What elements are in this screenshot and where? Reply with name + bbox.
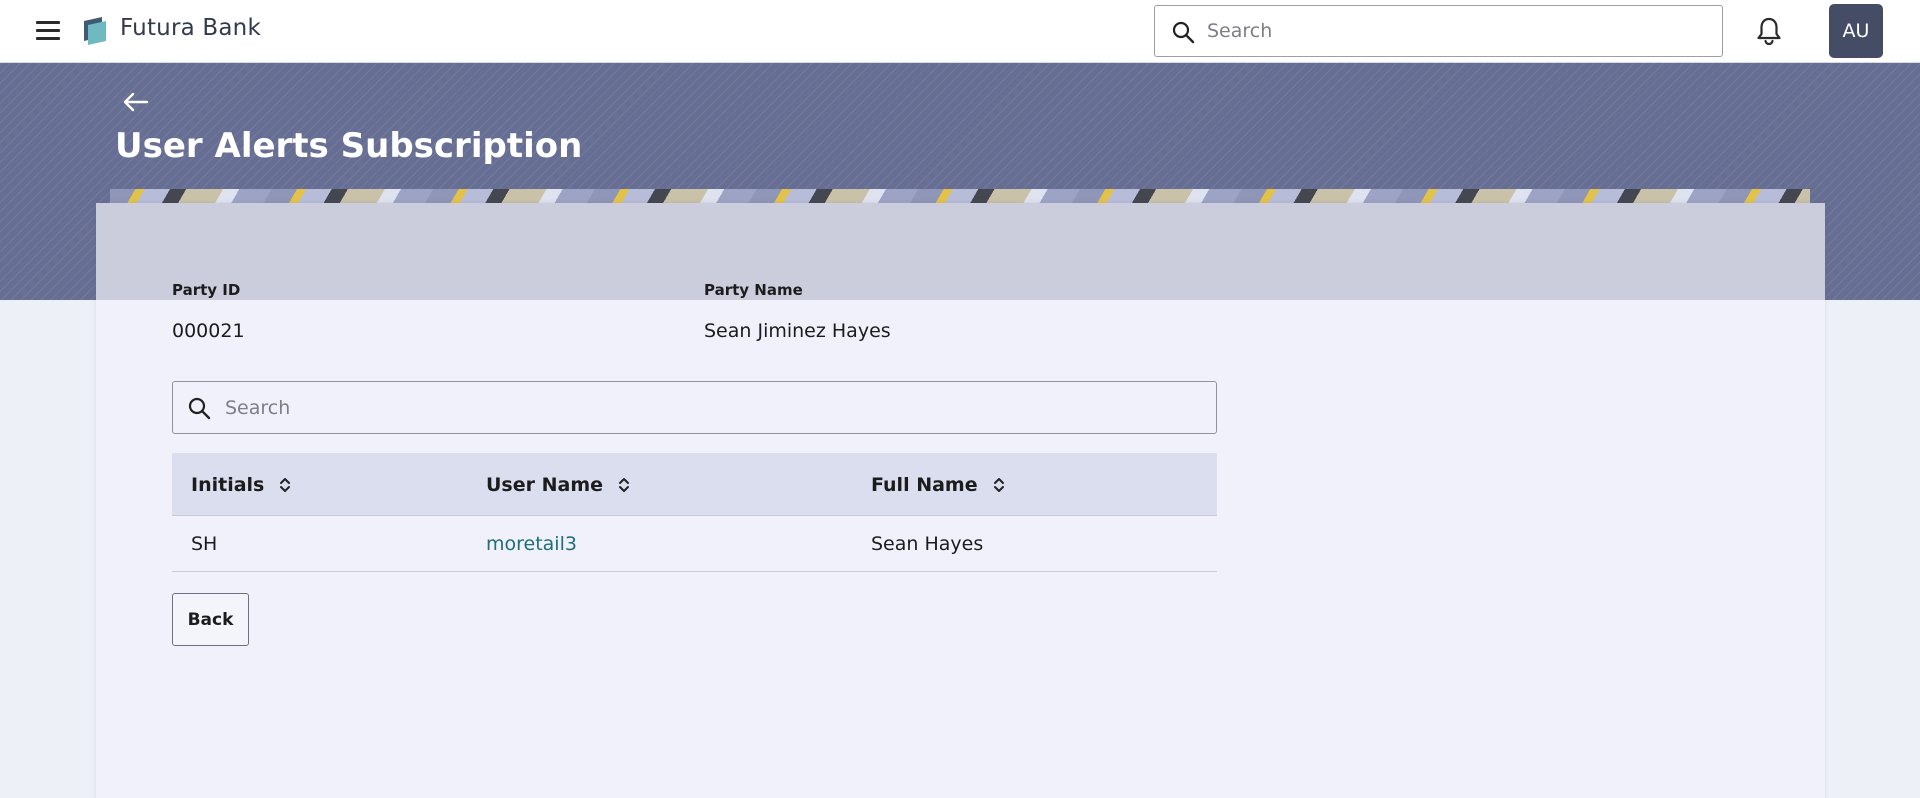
- party-id-value: 000021: [172, 320, 245, 342]
- users-table: Initials User Name Full Name SH moretail…: [172, 453, 1217, 572]
- brand-name: Futura Bank: [120, 15, 261, 41]
- content-card: Party ID 000021 Party Name Sean Jiminez …: [96, 203, 1825, 798]
- username-link[interactable]: moretail3: [486, 516, 577, 572]
- sort-icon[interactable]: [617, 475, 631, 495]
- search-icon: [188, 397, 211, 420]
- hamburger-menu-icon[interactable]: [36, 20, 60, 42]
- party-id-label: Party ID: [172, 281, 241, 299]
- sort-icon[interactable]: [992, 475, 1006, 495]
- table-row: SH moretail3 Sean Hayes: [172, 516, 1217, 572]
- party-name-value: Sean Jiminez Hayes: [704, 320, 891, 342]
- cell-fullname: Sean Hayes: [871, 533, 984, 555]
- table-header: Initials User Name Full Name: [172, 453, 1217, 516]
- column-header-initials[interactable]: Initials: [191, 453, 292, 516]
- top-header: Futura Bank AU: [0, 0, 1920, 63]
- back-arrow-icon[interactable]: [122, 91, 150, 113]
- cell-initials: SH: [191, 533, 218, 555]
- party-name-label: Party Name: [704, 281, 803, 299]
- back-button[interactable]: Back: [172, 593, 249, 646]
- column-header-fullname[interactable]: Full Name: [871, 453, 1006, 516]
- page-title: User Alerts Subscription: [115, 126, 583, 166]
- user-search-input[interactable]: [225, 382, 1205, 433]
- global-search-input[interactable]: [1207, 6, 1707, 56]
- bank-logo-icon: [84, 17, 106, 45]
- column-header-username[interactable]: User Name: [486, 453, 631, 516]
- search-icon: [1172, 21, 1195, 44]
- user-avatar[interactable]: AU: [1829, 4, 1883, 58]
- notification-bell-icon[interactable]: [1755, 16, 1783, 46]
- global-search[interactable]: [1154, 5, 1723, 57]
- sort-icon[interactable]: [278, 475, 292, 495]
- user-search[interactable]: [172, 381, 1217, 434]
